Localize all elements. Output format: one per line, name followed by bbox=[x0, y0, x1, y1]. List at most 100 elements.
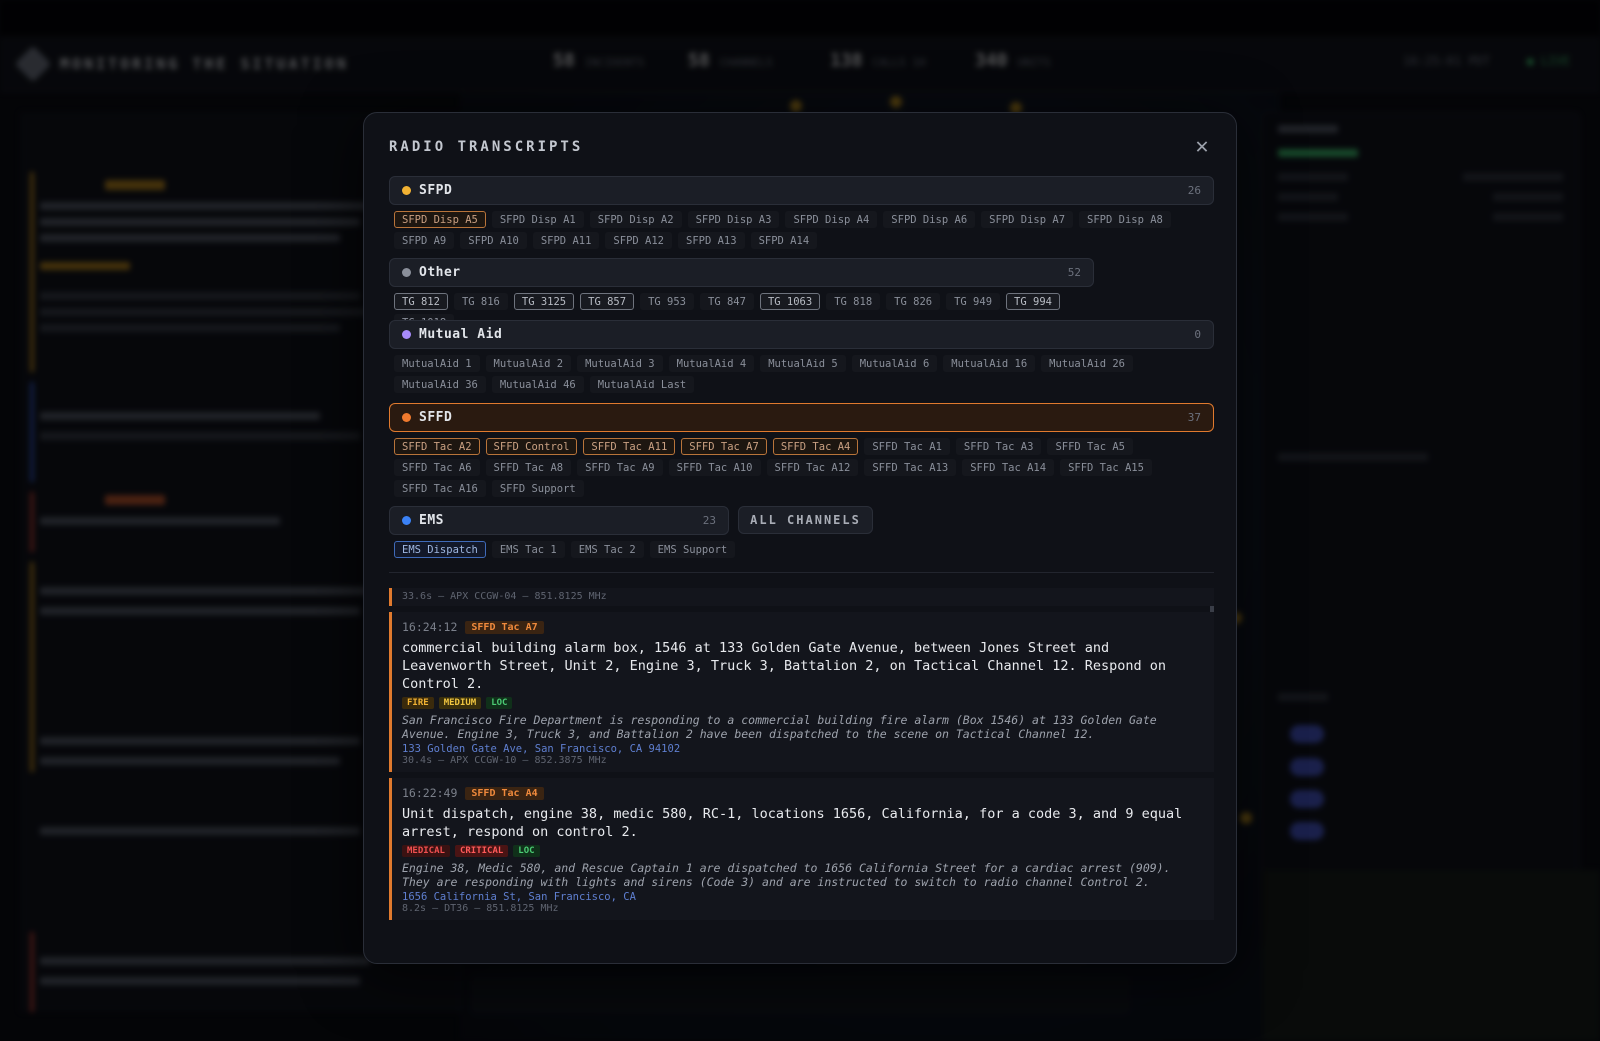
transcript-entry[interactable]: 16:24:12 SFFD Tac A7 commercial building a… bbox=[389, 612, 1214, 772]
channel-chip[interactable]: SFPD Disp A7 bbox=[981, 211, 1074, 228]
channel-chip[interactable]: SFFD Support bbox=[491, 480, 584, 497]
timestamp: 16:24:12 bbox=[402, 620, 458, 634]
channel-chip[interactable]: SFFD Tac A12 bbox=[766, 459, 859, 476]
channel-chip[interactable]: MutualAid 16 bbox=[943, 355, 1036, 372]
channel-chip[interactable]: SFFD Tac A8 bbox=[485, 459, 572, 476]
channel-chip[interactable]: TG 3125 bbox=[513, 293, 575, 310]
channel-chip[interactable]: TG 847 bbox=[700, 293, 754, 310]
channel-chip[interactable]: MutualAid 6 bbox=[851, 355, 938, 372]
channel-chip[interactable]: SFPD Disp A3 bbox=[687, 211, 780, 228]
entry-header: 16:22:49 SFFD Tac A4 bbox=[402, 786, 1204, 800]
channel-chip[interactable]: SFPD Disp A8 bbox=[1079, 211, 1171, 228]
channel-chip[interactable]: SFFD Tac A2 bbox=[394, 438, 480, 455]
channel-chip[interactable]: SFPD A9 bbox=[394, 232, 455, 249]
address-link[interactable]: 133 Golden Gate Ave, San Francisco, CA 9… bbox=[402, 743, 1204, 755]
status-dot-icon bbox=[402, 268, 411, 277]
channel-chip[interactable]: TG 949 bbox=[946, 293, 1001, 310]
channel-chip[interactable]: MutualAid 3 bbox=[577, 355, 663, 372]
channel-chip[interactable]: SFPD Disp A4 bbox=[785, 211, 878, 228]
channel-chip[interactable]: TG 857 bbox=[580, 293, 635, 310]
channel-chip[interactable]: SFFD Tac A7 bbox=[681, 438, 767, 455]
group-count: 26 bbox=[1187, 184, 1201, 197]
channel-chip[interactable]: TG 812 bbox=[394, 293, 448, 310]
channel-chip[interactable]: TG 826 bbox=[886, 293, 941, 310]
channel-chip[interactable]: MutualAid 26 bbox=[1041, 355, 1133, 372]
radio-transcripts-modal: RADIO TRANSCRIPTS ✕ SFPD 26 SFPD Disp A5 SF… bbox=[363, 112, 1237, 964]
channel-chip[interactable]: MutualAid 46 bbox=[491, 376, 584, 393]
channel-chip[interactable]: MutualAid 5 bbox=[760, 355, 846, 372]
channel-chip[interactable]: TG 994 bbox=[1006, 293, 1060, 310]
channel-chip[interactable]: SFPD A10 bbox=[460, 232, 527, 249]
channel-chip[interactable]: EMS Dispatch bbox=[394, 541, 486, 558]
all-channels-button[interactable]: ALL CHANNELS bbox=[738, 506, 873, 534]
status-dot-icon bbox=[402, 516, 411, 525]
group-header[interactable]: EMS 23 bbox=[389, 506, 729, 535]
channel-chip[interactable]: SFPD A13 bbox=[678, 232, 745, 249]
modal-title: RADIO TRANSCRIPTS bbox=[389, 139, 584, 155]
group-count: 37 bbox=[1187, 411, 1201, 424]
group-name: SFFD bbox=[419, 410, 453, 425]
channel-chip[interactable]: SFFD Tac A6 bbox=[394, 459, 480, 476]
address-link[interactable]: 1656 California St, San Francisco, CA bbox=[402, 891, 1204, 903]
transcript-text: Unit dispatch, engine 38, medic 580, RC-… bbox=[402, 806, 1183, 840]
status-badge: LOC bbox=[513, 845, 540, 857]
channel-chip[interactable]: TG 816 bbox=[453, 293, 508, 310]
channel-chip[interactable]: SFFD Tac A4 bbox=[772, 438, 859, 455]
channel-chip[interactable]: TG 953 bbox=[640, 293, 695, 310]
channel-chip[interactable]: SFFD Tac A15 bbox=[1060, 459, 1152, 476]
channel-chip[interactable]: SFFD Tac A9 bbox=[577, 459, 663, 476]
channel-tag: SFFD Tac A4 bbox=[465, 786, 544, 800]
channel-chip[interactable]: SFFD Tac A13 bbox=[864, 459, 957, 476]
group-header[interactable]: Other 52 bbox=[389, 258, 1094, 287]
channel-chip[interactable]: SFFD Tac A1 bbox=[864, 438, 950, 455]
status-badge: LOC bbox=[486, 697, 513, 709]
transcript-entry[interactable]: 33.6s — APX CCGW-04 — 851.8125 MHz bbox=[389, 588, 1214, 606]
channel-chip[interactable]: MutualAid 4 bbox=[668, 355, 755, 372]
channel-chip[interactable]: SFFD Tac A16 bbox=[394, 480, 486, 497]
group-count: 52 bbox=[1067, 266, 1081, 279]
channel-chip[interactable]: SFPD A11 bbox=[532, 232, 600, 249]
channel-chip[interactable]: SFPD Disp A2 bbox=[589, 211, 682, 228]
transcript-feed[interactable]: 33.6s — APX CCGW-04 — 851.8125 MHz 16:24:… bbox=[389, 588, 1214, 948]
channel-chip[interactable]: TG 1063 bbox=[759, 293, 821, 310]
channel-chip[interactable]: SFFD Tac A14 bbox=[962, 459, 1055, 476]
channel-chip[interactable]: SFFD Tac A5 bbox=[1047, 438, 1133, 455]
entry-header: 16:24:12 SFFD Tac A7 bbox=[402, 620, 1204, 634]
channel-chip[interactable]: MutualAid Last bbox=[589, 376, 695, 393]
channel-chip[interactable]: SFPD A14 bbox=[750, 232, 818, 249]
channel-chip[interactable]: SFPD A12 bbox=[605, 232, 672, 249]
group-header[interactable]: Mutual Aid 0 bbox=[389, 320, 1214, 349]
channel-chip[interactable]: MutualAid 2 bbox=[485, 355, 572, 372]
channel-chip[interactable]: MutualAid 1 bbox=[394, 355, 480, 372]
status-badge: MEDIUM bbox=[438, 697, 482, 709]
channel-chip[interactable]: SFFD Control bbox=[485, 438, 578, 455]
channel-chip[interactable]: EMS Support bbox=[649, 541, 736, 558]
group-count: 23 bbox=[702, 514, 716, 527]
group-name: Mutual Aid bbox=[419, 327, 503, 342]
close-icon[interactable]: ✕ bbox=[1190, 136, 1214, 160]
channel-chip[interactable]: TG 818 bbox=[826, 293, 881, 310]
channel-chip[interactable]: EMS Tac 2 bbox=[570, 541, 644, 558]
channel-chip[interactable]: SFFD Tac A3 bbox=[955, 438, 1042, 455]
badge-list: FIRE MEDIUM LOC bbox=[402, 697, 1204, 709]
status-dot-icon bbox=[402, 330, 411, 339]
channel-chip[interactable]: EMS Tac 1 bbox=[491, 541, 565, 558]
group-header[interactable]: SFPD 26 bbox=[389, 176, 1214, 205]
channel-chip[interactable]: SFPD Disp A6 bbox=[883, 211, 976, 228]
group-name: EMS bbox=[419, 513, 444, 528]
channel-group-sfpd: SFPD 26 SFPD Disp A5 SFPD Disp A1 SFPD Disp … bbox=[389, 176, 1214, 249]
channel-group-sffd: SFFD 37 SFFD Tac A2 SFFD Control SFFD Tac A1… bbox=[389, 403, 1214, 497]
transcript-entry[interactable]: 16:22:49 SFFD Tac A4 Unit dispatch, engine… bbox=[389, 778, 1214, 920]
channel-chip-list: SFFD Tac A2 SFFD Control SFFD Tac A11 SFFD … bbox=[389, 438, 1214, 497]
ai-summary: Engine 38, Medic 580, and Rescue Captain… bbox=[402, 861, 1171, 889]
channel-chip[interactable]: SFFD Tac A11 bbox=[583, 438, 676, 455]
channel-chip[interactable]: SFFD Tac A10 bbox=[668, 459, 761, 476]
group-name: Other bbox=[419, 265, 461, 280]
group-header[interactable]: SFFD 37 bbox=[389, 403, 1214, 432]
ai-summary: San Francisco Fire Department is respond… bbox=[402, 713, 1157, 741]
channel-chip[interactable]: SFPD Disp A5 bbox=[394, 211, 486, 228]
channel-chip[interactable]: SFPD Disp A1 bbox=[491, 211, 584, 228]
channel-chip[interactable]: MutualAid 36 bbox=[394, 376, 486, 393]
timestamp: 16:22:49 bbox=[402, 786, 458, 800]
status-badge: CRITICAL bbox=[454, 845, 509, 857]
